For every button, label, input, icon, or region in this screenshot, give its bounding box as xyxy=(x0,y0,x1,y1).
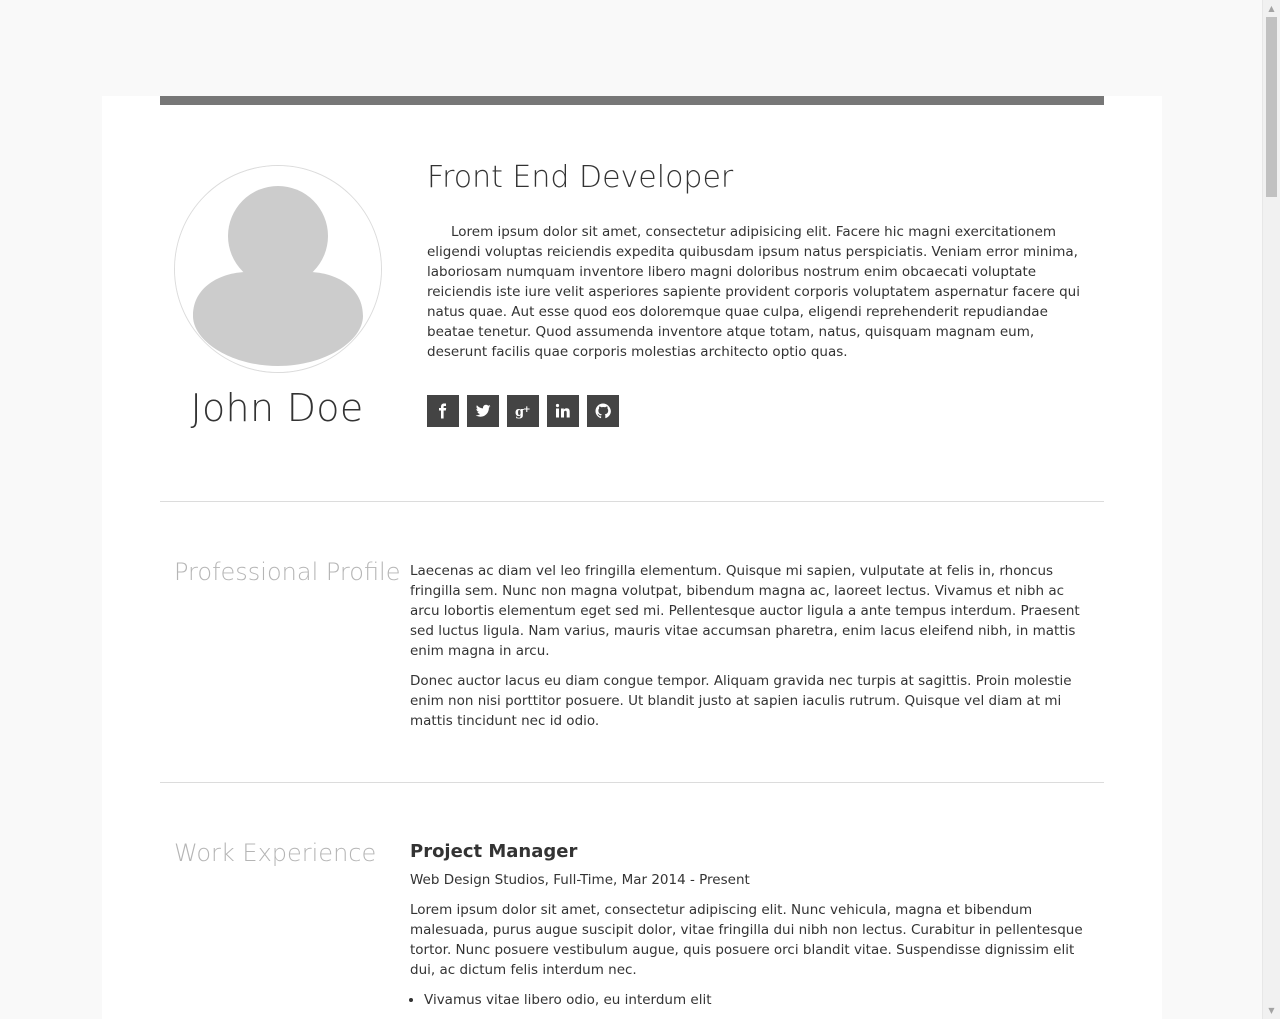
job-title: Front End Developer xyxy=(427,160,734,195)
github-icon xyxy=(595,403,611,419)
scroll-up-arrow-icon[interactable]: ▲ xyxy=(1263,0,1280,17)
resume-page: John Doe Front End Developer Lorem ipsum… xyxy=(102,96,1162,1019)
avatar-placeholder-icon xyxy=(175,166,381,372)
google-plus-button[interactable]: g + xyxy=(507,395,539,427)
work-experience-title: Work Experience xyxy=(174,839,377,867)
section-divider xyxy=(160,501,1104,502)
scroll-down-arrow-icon[interactable]: ▼ xyxy=(1263,1002,1280,1019)
twitter-icon xyxy=(475,404,491,417)
linkedin-button[interactable] xyxy=(547,395,579,427)
job-bullet-list: Vivamus vitae libero odio, eu interdum e… xyxy=(410,990,1090,1010)
top-accent-bar xyxy=(160,96,1104,105)
profile-paragraph: Donec auctor lacus eu diam congue tempor… xyxy=(410,673,1072,729)
professional-profile-body: Laecenas ac diam vel leo fringilla eleme… xyxy=(410,561,1090,741)
profile-paragraph: Laecenas ac diam vel leo fringilla eleme… xyxy=(410,563,1080,659)
list-item: Vivamus vitae libero odio, eu interdum e… xyxy=(424,990,1090,1010)
work-experience-body: Project Manager Web Design Studios, Full… xyxy=(410,840,1090,1010)
facebook-icon xyxy=(439,403,447,419)
job-role: Project Manager xyxy=(410,841,578,862)
facebook-button[interactable] xyxy=(427,395,459,427)
avatar xyxy=(174,165,382,373)
scroll-thumb[interactable] xyxy=(1266,17,1277,197)
section-divider xyxy=(160,782,1104,783)
google-plus-icon: g + xyxy=(515,405,531,419)
linkedin-icon xyxy=(555,403,570,418)
twitter-button[interactable] xyxy=(467,395,499,427)
bio-text: Lorem ipsum dolor sit amet, consectetur … xyxy=(427,224,1080,360)
job-description: Lorem ipsum dolor sit amet, consectetur … xyxy=(410,902,1083,978)
github-button[interactable] xyxy=(587,395,619,427)
job-meta: Web Design Studios, Full-Time, Mar 2014 … xyxy=(410,872,750,888)
social-links: g + xyxy=(427,395,619,427)
svg-text:+: + xyxy=(523,405,531,415)
person-name: John Doe xyxy=(190,386,364,430)
vertical-scrollbar[interactable]: ▲ ▼ xyxy=(1262,0,1280,1019)
professional-profile-title: Professional Profile xyxy=(174,558,401,586)
